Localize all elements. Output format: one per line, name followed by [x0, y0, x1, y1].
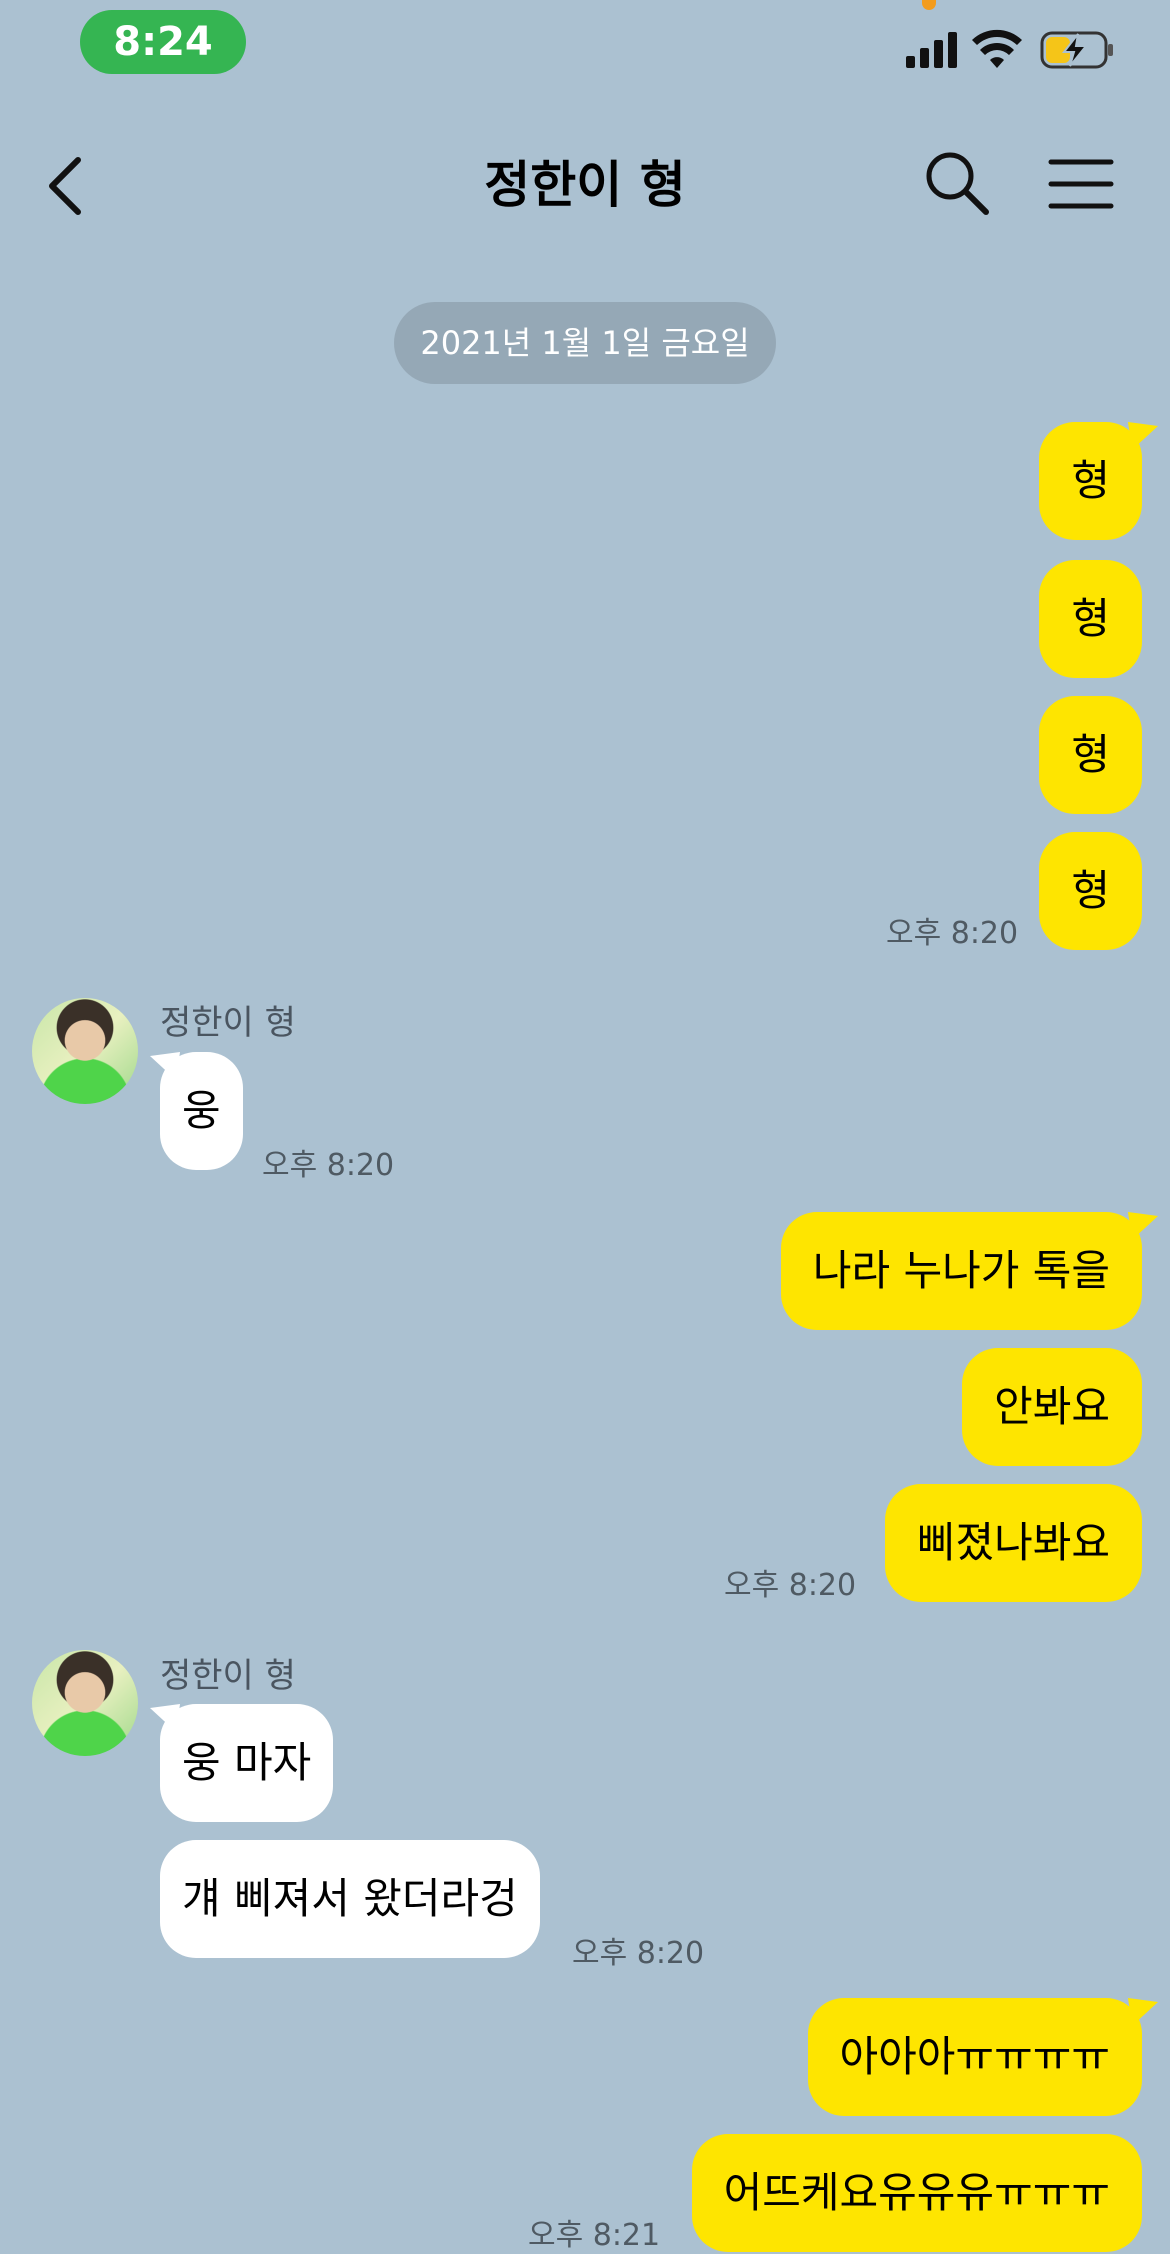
their-message-bubble[interactable]: 웅 마자 — [160, 1704, 334, 1822]
bubble-tail — [150, 1052, 180, 1080]
chat-header: 정한이 형 — [0, 130, 1170, 240]
wifi-icon — [972, 29, 1022, 68]
my-message-bubble[interactable]: 안봐요 — [962, 1348, 1142, 1466]
avatar[interactable] — [32, 1650, 138, 1756]
bubble-tail — [150, 1704, 180, 1732]
my-message-bubble[interactable]: 아아아ㅠㅠㅠㅠ — [807, 1998, 1142, 2116]
sender-name: 정한이 형 — [160, 1003, 296, 1043]
status-time: 8:24 — [80, 10, 246, 74]
search-icon[interactable] — [922, 148, 992, 218]
my-message-bubble[interactable]: 삐졌나봐요 — [884, 1484, 1142, 1602]
message-timestamp: 오후 8:20 — [262, 1148, 395, 1183]
my-message-bubble[interactable]: 형 — [1039, 832, 1142, 950]
avatar[interactable] — [32, 998, 138, 1104]
my-message-bubble[interactable]: 형 — [1039, 422, 1142, 540]
status-bar: 8:24 — [0, 0, 1170, 90]
battery-charging-icon — [1040, 31, 1113, 69]
my-message-bubble[interactable]: 어뜨케요유유유ㅠㅠㅠ — [691, 2134, 1142, 2252]
bubble-tail — [1128, 422, 1158, 450]
message-timestamp: 오후 8:20 — [572, 1936, 705, 1971]
my-message-bubble[interactable]: 나라 누나가 톡을 — [780, 1212, 1142, 1330]
message-timestamp: 오후 8:20 — [886, 916, 1019, 951]
privacy-indicator — [922, 0, 936, 10]
date-separator: 2021년 1월 1일 금요일 — [394, 302, 776, 384]
message-timestamp: 오후 8:20 — [724, 1568, 857, 1603]
my-message-bubble[interactable]: 형 — [1039, 696, 1142, 814]
bubble-tail — [1128, 1212, 1158, 1240]
chat-title: 정한이 형 — [484, 156, 686, 214]
menu-icon[interactable] — [1048, 156, 1114, 212]
my-message-bubble[interactable]: 형 — [1039, 560, 1142, 678]
sender-name: 정한이 형 — [160, 1656, 296, 1696]
message-timestamp: 오후 8:21 — [528, 2218, 661, 2253]
their-message-bubble[interactable]: 걔 삐져서 왔더라겅 — [160, 1840, 540, 1958]
bubble-tail — [1128, 1998, 1158, 2026]
